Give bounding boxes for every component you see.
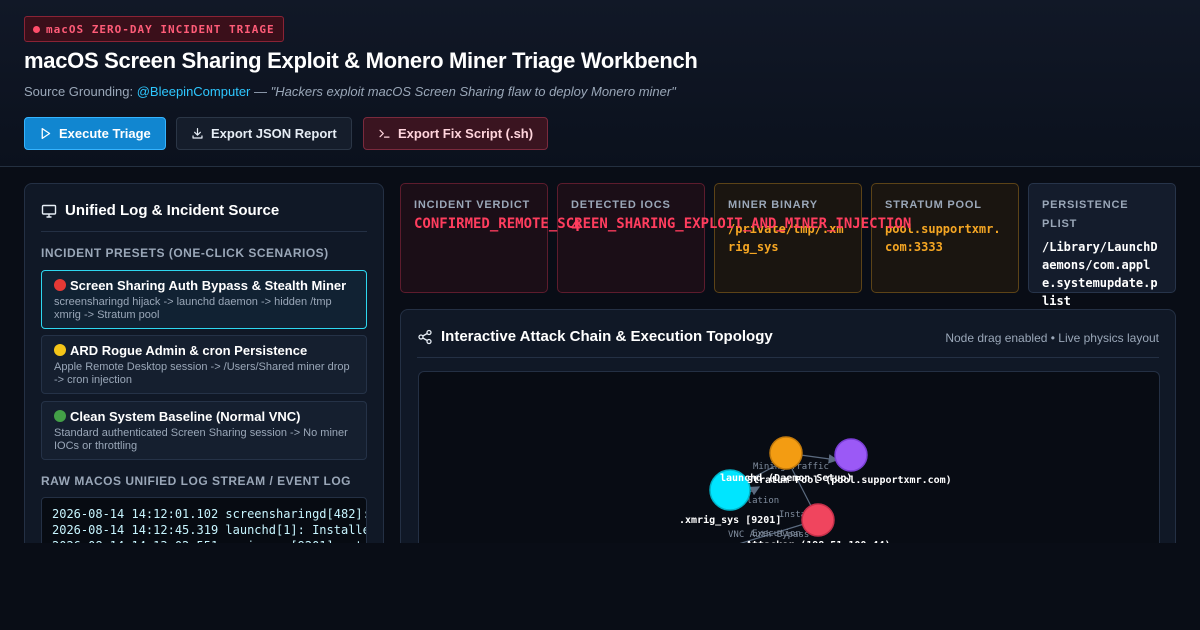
attack-chain-title: Interactive Attack Chain & Execution Top… [417,328,773,345]
source-quote: "Hackers exploit macOS Screen Sharing fl… [270,84,676,99]
log-source-panel: Unified Log & Incident Source INCIDENT P… [24,183,384,553]
source-handle-link[interactable]: @BleepinComputer [137,84,251,99]
alert-dot-icon [33,25,40,33]
incident-badge: macOS ZERO-DAY INCIDENT TRIAGE [24,16,284,42]
node-attacker[interactable] [801,503,835,537]
pool-label: STRATUM POOL [885,199,982,211]
verdict-label: INCIDENT VERDICT [414,199,531,211]
share-nodes-icon [418,329,432,344]
graph-meta: Node drag enabled • Live physics layout [945,331,1159,345]
incident-verdict-card: INCIDENT VERDICT [400,183,548,293]
green-circle-icon [54,410,66,422]
execute-triage-button[interactable]: Execute Triage [24,117,166,150]
preset-title: Clean System Baseline (Normal VNC) [54,409,354,424]
page-header: macOS ZERO-DAY INCIDENT TRIAGE macOS Scr… [0,0,1200,167]
export-fix-script-label: Export Fix Script (.sh) [398,126,534,141]
export-json-label: Export JSON Report [211,126,337,141]
iocs-label: DETECTED IOCS [571,199,671,211]
log-stream-section-label: RAW MACOS UNIFIED LOG STREAM / EVENT LOG [41,474,352,488]
plist-value: /Library/LaunchDaemons/com.apple.systemu… [1042,240,1158,309]
yellow-circle-icon [54,344,66,356]
log-line: 2026-08-14 14:12:45.319 launchd[1]: Inst… [52,523,366,537]
download-icon [192,128,203,139]
badge-label: macOS ZERO-DAY INCIDENT TRIAGE [46,22,275,36]
node-label: .xmrig_sys [9201] [679,514,781,526]
preset-title-text: Screen Sharing Auth Bypass & Stealth Min… [70,278,347,293]
topology-canvas[interactable]: Mining Traffic Escalation Install VNC Au… [418,371,1160,553]
terminal-icon [379,129,390,138]
miner-binary-card: MINER BINARY /private/tmp/.xmrig_sys [714,183,862,293]
log-line: 2026-08-14 14:12:01.102 screensharingd[4… [52,507,367,521]
preset-ard-rogue-admin[interactable]: ARD Rogue Admin & cron Persistence Apple… [41,335,367,395]
preset-screen-sharing-bypass[interactable]: Screen Sharing Auth Bypass & Stealth Min… [41,270,367,330]
source-prefix: Source Grounding: [24,84,137,99]
log-source-title: Unified Log & Incident Source [41,202,279,219]
log-source-title-text: Unified Log & Incident Source [65,202,280,219]
divider [417,357,1159,358]
detected-iocs-card: DETECTED IOCS [557,183,705,293]
play-icon [41,127,51,140]
node-launchd[interactable] [769,436,803,470]
execute-triage-label: Execute Triage [59,126,151,141]
preset-title: ARD Rogue Admin & cron Persistence [54,343,354,358]
edge-label: Execution [752,529,801,539]
node-label: Stratum Pool (pool.supportxmr.com) [747,475,952,486]
preset-title: Screen Sharing Auth Bypass & Stealth Min… [54,278,354,293]
preset-description: Apple Remote Desktop session -> /Users/S… [54,361,350,386]
miner-label: MINER BINARY [728,199,818,211]
source-separator: — [250,84,271,99]
preset-description: screensharingd hijack -> launchd daemon … [54,296,332,321]
plist-label: PERSISTENCE PLIST [1042,199,1129,230]
persistence-plist-card: PERSISTENCE PLIST /Library/LaunchDaemons… [1028,183,1176,308]
verdict-value: CONFIRMED_REMOTE_SCREEN_SHARING_EXPLOIT_… [414,216,912,232]
node-stratum-pool[interactable] [834,438,868,472]
preset-title-text: Clean System Baseline (Normal VNC) [70,409,301,424]
export-json-button[interactable]: Export JSON Report [176,117,352,150]
red-circle-icon [54,279,66,291]
page-title: macOS Screen Sharing Exploit & Monero Mi… [24,48,698,73]
topology-graph[interactable]: Mining Traffic Escalation Install VNC Au… [419,372,1160,553]
presets-section-label: INCIDENT PRESETS (ONE-CLICK SCENARIOS) [41,246,329,260]
attack-chain-panel: Interactive Attack Chain & Execution Top… [400,309,1176,553]
export-fix-script-button[interactable]: Export Fix Script (.sh) [363,117,549,150]
divider [41,231,367,232]
preset-clean-baseline[interactable]: Clean System Baseline (Normal VNC) Stand… [41,401,367,461]
stratum-pool-card: STRATUM POOL pool.supportxmr.com:3333 [871,183,1019,293]
preset-description: Standard authenticated Screen Sharing se… [54,427,348,452]
preset-title-text: ARD Rogue Admin & cron Persistence [70,343,308,358]
monitor-icon [41,204,57,218]
attack-chain-title-text: Interactive Attack Chain & Execution Top… [441,328,773,345]
source-grounding: Source Grounding: @BleepinComputer — "Ha… [24,84,676,99]
page-footer-area [0,543,1200,630]
